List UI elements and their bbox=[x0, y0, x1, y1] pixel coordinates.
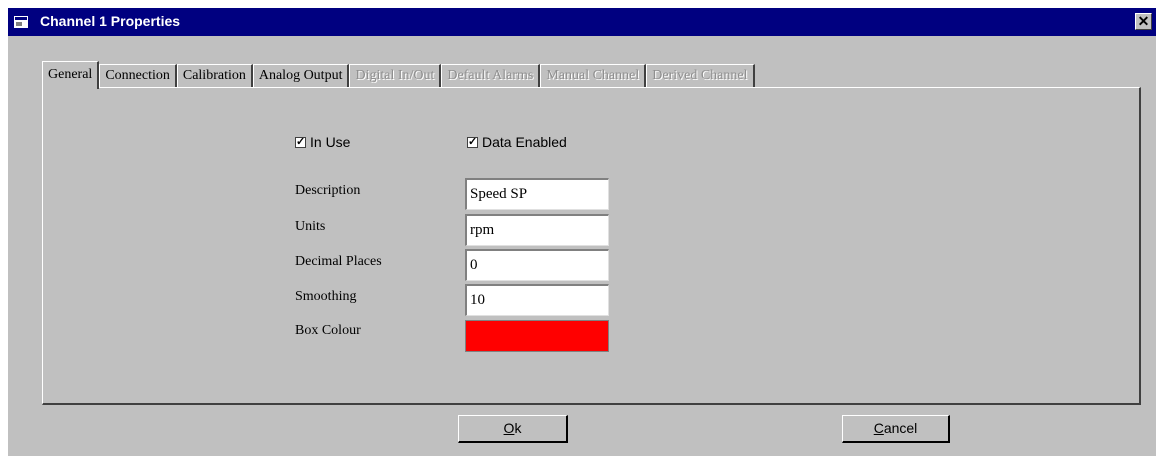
tab-calibration[interactable]: Calibration bbox=[176, 64, 253, 88]
window-title: Channel 1 Properties bbox=[40, 13, 181, 29]
smoothing-field[interactable]: 10 bbox=[465, 284, 609, 316]
decimal-places-field[interactable]: 0 bbox=[465, 249, 609, 281]
description-field[interactable]: Speed SP bbox=[465, 178, 609, 210]
tab-connection[interactable]: Connection bbox=[99, 64, 177, 88]
data-enabled-label: Data Enabled bbox=[482, 134, 567, 150]
units-field[interactable]: rpm bbox=[465, 214, 609, 246]
tab-analog-output[interactable]: Analog Output bbox=[252, 64, 350, 88]
tab-manual-channel[interactable]: Manual Channel bbox=[540, 64, 647, 88]
app-window-icon bbox=[14, 16, 28, 28]
close-button[interactable]: ✕ bbox=[1135, 13, 1152, 30]
tab-digital-in-out[interactable]: Digital In/Out bbox=[349, 64, 442, 88]
cancel-label-rest: ancel bbox=[883, 420, 918, 436]
in-use-checkbox[interactable]: ✓ In Use bbox=[295, 134, 350, 150]
cancel-button[interactable]: Cancel bbox=[842, 415, 950, 443]
cancel-accelerator: C bbox=[873, 420, 884, 436]
tab-strip: General Connection Calibration Analog Ou… bbox=[42, 58, 755, 89]
data-enabled-checkbox[interactable]: ✓ Data Enabled bbox=[467, 134, 567, 150]
units-label: Units bbox=[295, 219, 326, 234]
in-use-label: In Use bbox=[310, 134, 351, 150]
close-icon: ✕ bbox=[1137, 13, 1150, 29]
general-tab-panel: ✓ In Use ✓ Data Enabled Description Spee… bbox=[42, 87, 1141, 405]
properties-dialog: Channel 1 Properties ✕ General Connectio… bbox=[8, 8, 1156, 456]
ok-button[interactable]: Ok bbox=[458, 415, 568, 443]
tab-derived-channel[interactable]: Derived Channel bbox=[646, 64, 755, 88]
tab-general[interactable]: General bbox=[42, 61, 100, 89]
decimal-places-label: Decimal Places bbox=[295, 254, 382, 269]
checkmark-icon: ✓ bbox=[295, 135, 306, 148]
box-colour-swatch[interactable] bbox=[465, 320, 609, 352]
smoothing-label: Smoothing bbox=[295, 289, 357, 304]
ok-label-rest: k bbox=[514, 420, 522, 436]
tab-default-alarms[interactable]: Default Alarms bbox=[441, 64, 541, 88]
ok-accelerator: O bbox=[503, 420, 515, 436]
box-colour-label: Box Colour bbox=[295, 323, 361, 338]
description-label: Description bbox=[295, 183, 361, 198]
checkmark-icon: ✓ bbox=[467, 135, 478, 148]
title-bar[interactable]: Channel 1 Properties ✕ bbox=[8, 8, 1156, 36]
